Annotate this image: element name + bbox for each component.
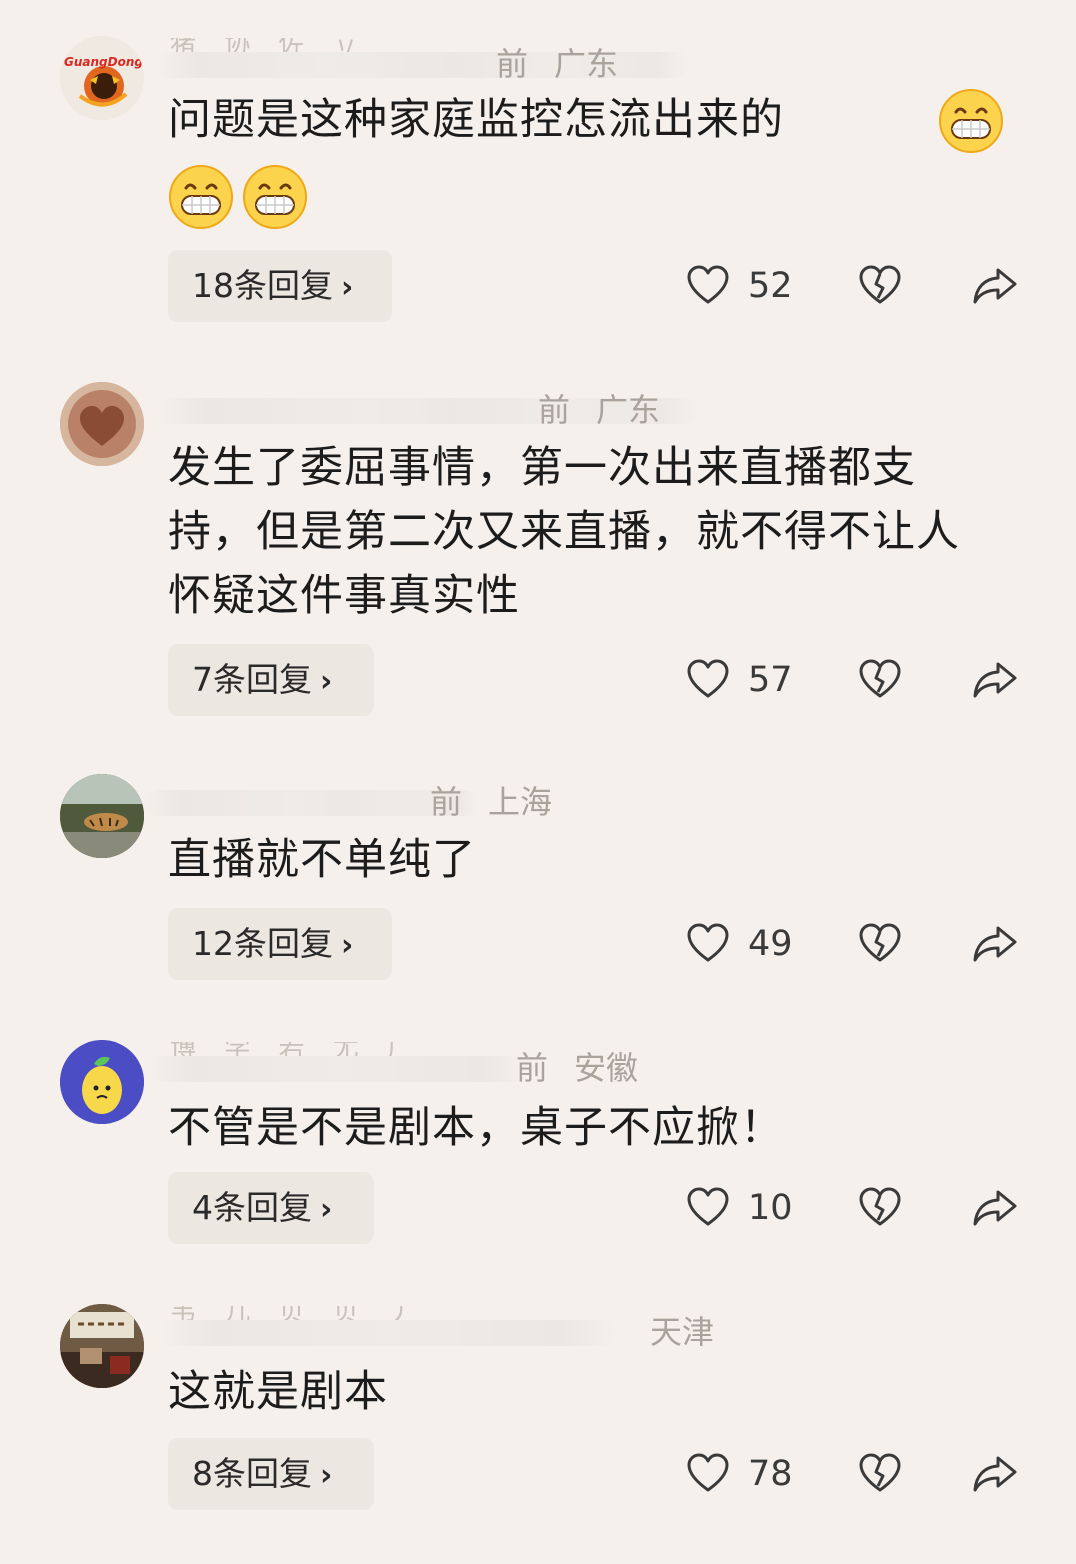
avatar[interactable] — [60, 774, 144, 858]
comment-text: 发生了委屈事情，第一次出来直播都支持，但是第二次又来直播，就不得不让人怀疑这件事… — [168, 443, 960, 621]
username-blur — [148, 1056, 528, 1082]
comment-location: 广东 — [554, 45, 619, 83]
heart-icon[interactable] — [686, 1186, 730, 1230]
comment-time: 前 — [516, 1049, 549, 1087]
username-obscured: 博 学 若 尤 广 — [170, 1042, 430, 1056]
grinning-face-emoji — [169, 165, 233, 229]
comment-actions: 10 — [0, 1172, 1076, 1244]
broken-heart-icon[interactable] — [858, 1186, 902, 1230]
share-icon[interactable] — [972, 922, 1018, 966]
comment-location: 天津 — [650, 1313, 715, 1351]
grinning-face-emoji — [939, 89, 1003, 153]
comment-meta: 韦 几 贝 贝 丿 天津 — [158, 1306, 728, 1362]
username-blur — [158, 1320, 618, 1346]
comment-location: 广东 — [596, 391, 661, 429]
room-photo-avatar — [60, 1304, 144, 1388]
share-icon[interactable] — [972, 1452, 1018, 1496]
share-icon[interactable] — [972, 1186, 1018, 1230]
avatar[interactable] — [60, 1304, 144, 1388]
broken-heart-icon[interactable] — [858, 658, 902, 702]
comment-meta: 博 学 若 尤 广 前 安徽 — [148, 1042, 668, 1098]
heart-icon[interactable] — [686, 1452, 730, 1496]
share-icon[interactable] — [972, 658, 1018, 702]
comment-text: 问题是这种家庭监控怎流出来的 — [168, 95, 784, 145]
comment-location: 上海 — [488, 783, 553, 821]
lemon-avatar-icon — [60, 1040, 144, 1124]
share-icon[interactable] — [972, 264, 1018, 308]
comment-actions: 57 — [0, 644, 1076, 716]
heart-icon[interactable] — [686, 658, 730, 702]
svg-text:GuangDong: GuangDong — [64, 55, 143, 69]
guangdong-logo-icon: GuangDong — [60, 36, 144, 120]
comment-text: 直播就不单纯了 — [168, 835, 476, 885]
comment-time: 前 — [430, 783, 463, 821]
avatar[interactable] — [60, 1040, 144, 1124]
avatar[interactable]: GuangDong — [60, 36, 144, 120]
comment-text: 这就是剧本 — [168, 1367, 388, 1417]
like-count: 78 — [748, 1454, 793, 1494]
comment-actions: 52 — [0, 250, 1076, 322]
heart-icon[interactable] — [686, 922, 730, 966]
avatar[interactable] — [60, 382, 144, 466]
comment-actions: 49 — [0, 908, 1076, 980]
comment-time: 前 — [538, 391, 571, 429]
broken-heart-icon[interactable] — [858, 922, 902, 966]
like-count: 10 — [748, 1188, 793, 1228]
comment-location: 安徽 — [574, 1049, 639, 1087]
like-count: 57 — [748, 660, 793, 700]
tiger-photo-avatar — [60, 774, 144, 858]
broken-heart-icon[interactable] — [858, 264, 902, 308]
comment-meta: 前 上海 — [144, 776, 588, 832]
username-obscured: 韦 几 贝 贝 丿 — [170, 1306, 470, 1320]
username-obscured: 猪 协 佐 立 — [170, 38, 450, 52]
comment-meta: 前 广东 — [156, 384, 698, 440]
comment-time: 前 — [496, 45, 529, 83]
avatar-image — [60, 382, 144, 466]
emoji-row — [168, 164, 308, 230]
comment-actions: 78 — [0, 1438, 1076, 1510]
like-count: 49 — [748, 924, 793, 964]
comment-meta: 猪 协 佐 立 前 广东 — [156, 38, 688, 94]
like-count: 52 — [748, 266, 793, 306]
comment-text: 不管是不是剧本，桌子不应掀！ — [168, 1103, 784, 1153]
grinning-face-emoji — [243, 165, 307, 229]
broken-heart-icon[interactable] — [858, 1452, 902, 1496]
heart-icon[interactable] — [686, 264, 730, 308]
